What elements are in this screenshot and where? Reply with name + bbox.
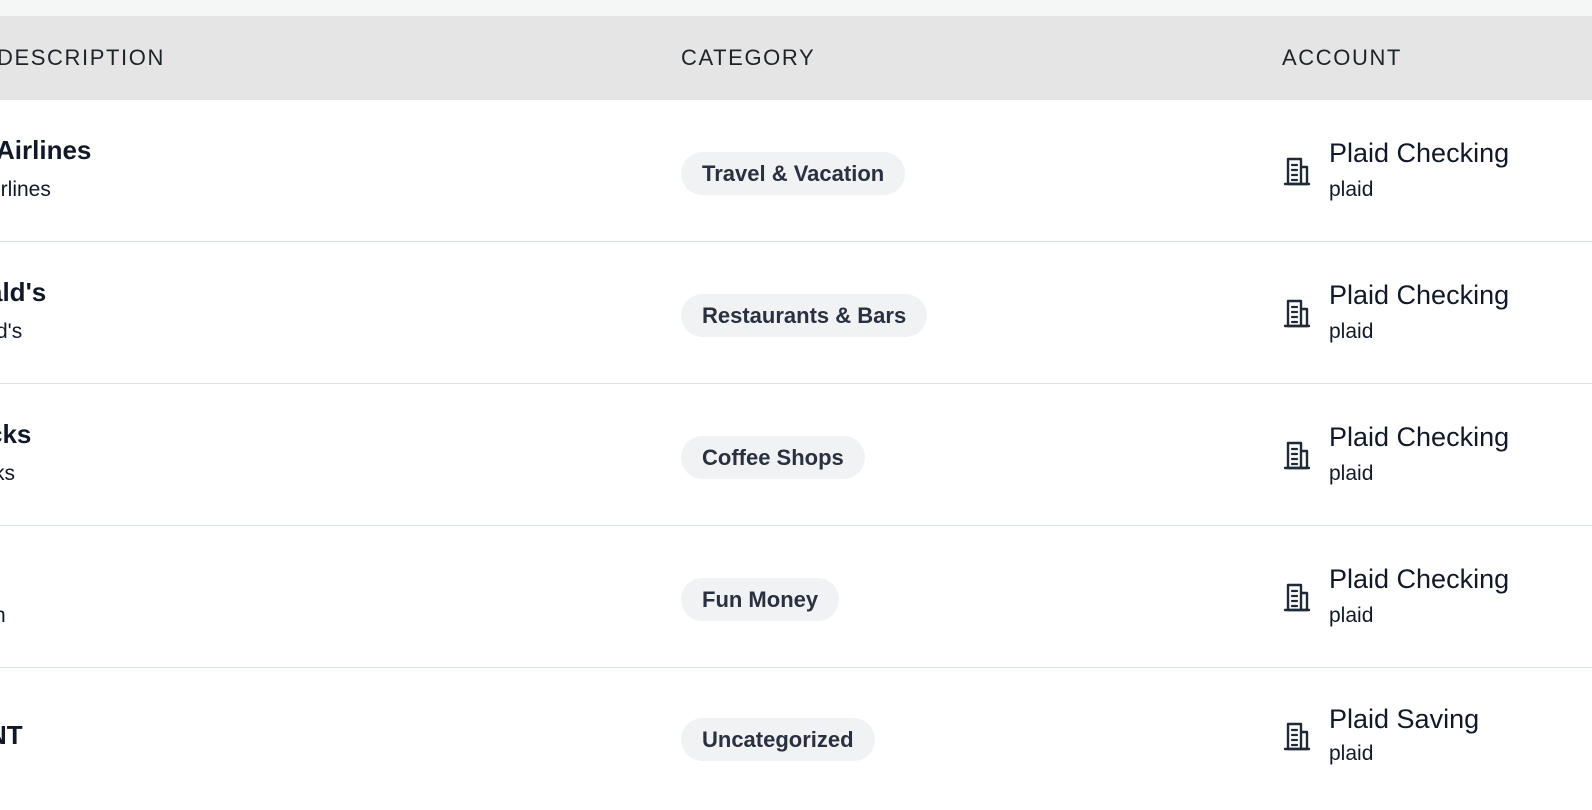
category-badge[interactable]: Fun Money bbox=[681, 578, 840, 621]
transactions-table-body: Airlines irlines Travel & Vacation Plaid… bbox=[0, 100, 1592, 809]
transaction-description: cks bbox=[0, 419, 32, 449]
account-institution: plaid bbox=[1329, 178, 1374, 201]
category-badge[interactable]: Uncategorized bbox=[681, 718, 875, 761]
transaction-description: NT bbox=[0, 720, 23, 750]
top-strip bbox=[0, 0, 1592, 16]
transaction-merchant: ks bbox=[0, 462, 15, 485]
transaction-merchant: d's bbox=[0, 320, 23, 343]
category-badge[interactable]: Travel & Vacation bbox=[681, 152, 906, 195]
account-institution: plaid bbox=[1329, 742, 1374, 765]
description-column-header[interactable]: DESCRIPTION bbox=[0, 16, 165, 100]
transaction-merchant: n bbox=[0, 604, 6, 628]
account-name[interactable]: Plaid Checking bbox=[1329, 564, 1509, 595]
account-name[interactable]: Plaid Saving bbox=[1329, 704, 1479, 735]
transaction-description: ald's bbox=[0, 277, 47, 307]
account-institution: plaid bbox=[1329, 462, 1374, 485]
account-name[interactable]: Plaid Checking bbox=[1329, 280, 1509, 311]
account-name[interactable]: Plaid Checking bbox=[1329, 138, 1509, 169]
transaction-row[interactable]: n Fun Money Plaid Checking plaid bbox=[0, 526, 1592, 668]
transaction-row[interactable]: Airlines irlines Travel & Vacation Plaid… bbox=[0, 100, 1592, 242]
table-header: DESCRIPTION CATEGORY ACCOUNT bbox=[0, 16, 1592, 100]
transaction-description: Airlines bbox=[0, 135, 92, 165]
transaction-row[interactable]: ald's d's Restaurants & Bars Plaid Check… bbox=[0, 242, 1592, 384]
building-icon bbox=[1283, 583, 1311, 612]
category-badge[interactable]: Restaurants & Bars bbox=[681, 294, 928, 337]
account-name[interactable]: Plaid Checking bbox=[1329, 422, 1509, 453]
account-institution: plaid bbox=[1329, 604, 1374, 627]
transaction-row[interactable]: cks ks Coffee Shops Plaid Checking plaid bbox=[0, 384, 1592, 526]
building-icon bbox=[1283, 299, 1311, 328]
transaction-merchant: irlines bbox=[0, 178, 51, 201]
building-icon bbox=[1283, 441, 1311, 470]
building-icon bbox=[1283, 157, 1311, 186]
category-column-header[interactable]: CATEGORY bbox=[681, 16, 815, 100]
transaction-row[interactable]: NT Uncategorized Plaid Saving plaid bbox=[0, 668, 1592, 809]
account-institution: plaid bbox=[1329, 320, 1374, 343]
building-icon bbox=[1283, 722, 1311, 751]
account-column-header[interactable]: ACCOUNT bbox=[1282, 16, 1402, 100]
category-badge[interactable]: Coffee Shops bbox=[681, 436, 865, 479]
